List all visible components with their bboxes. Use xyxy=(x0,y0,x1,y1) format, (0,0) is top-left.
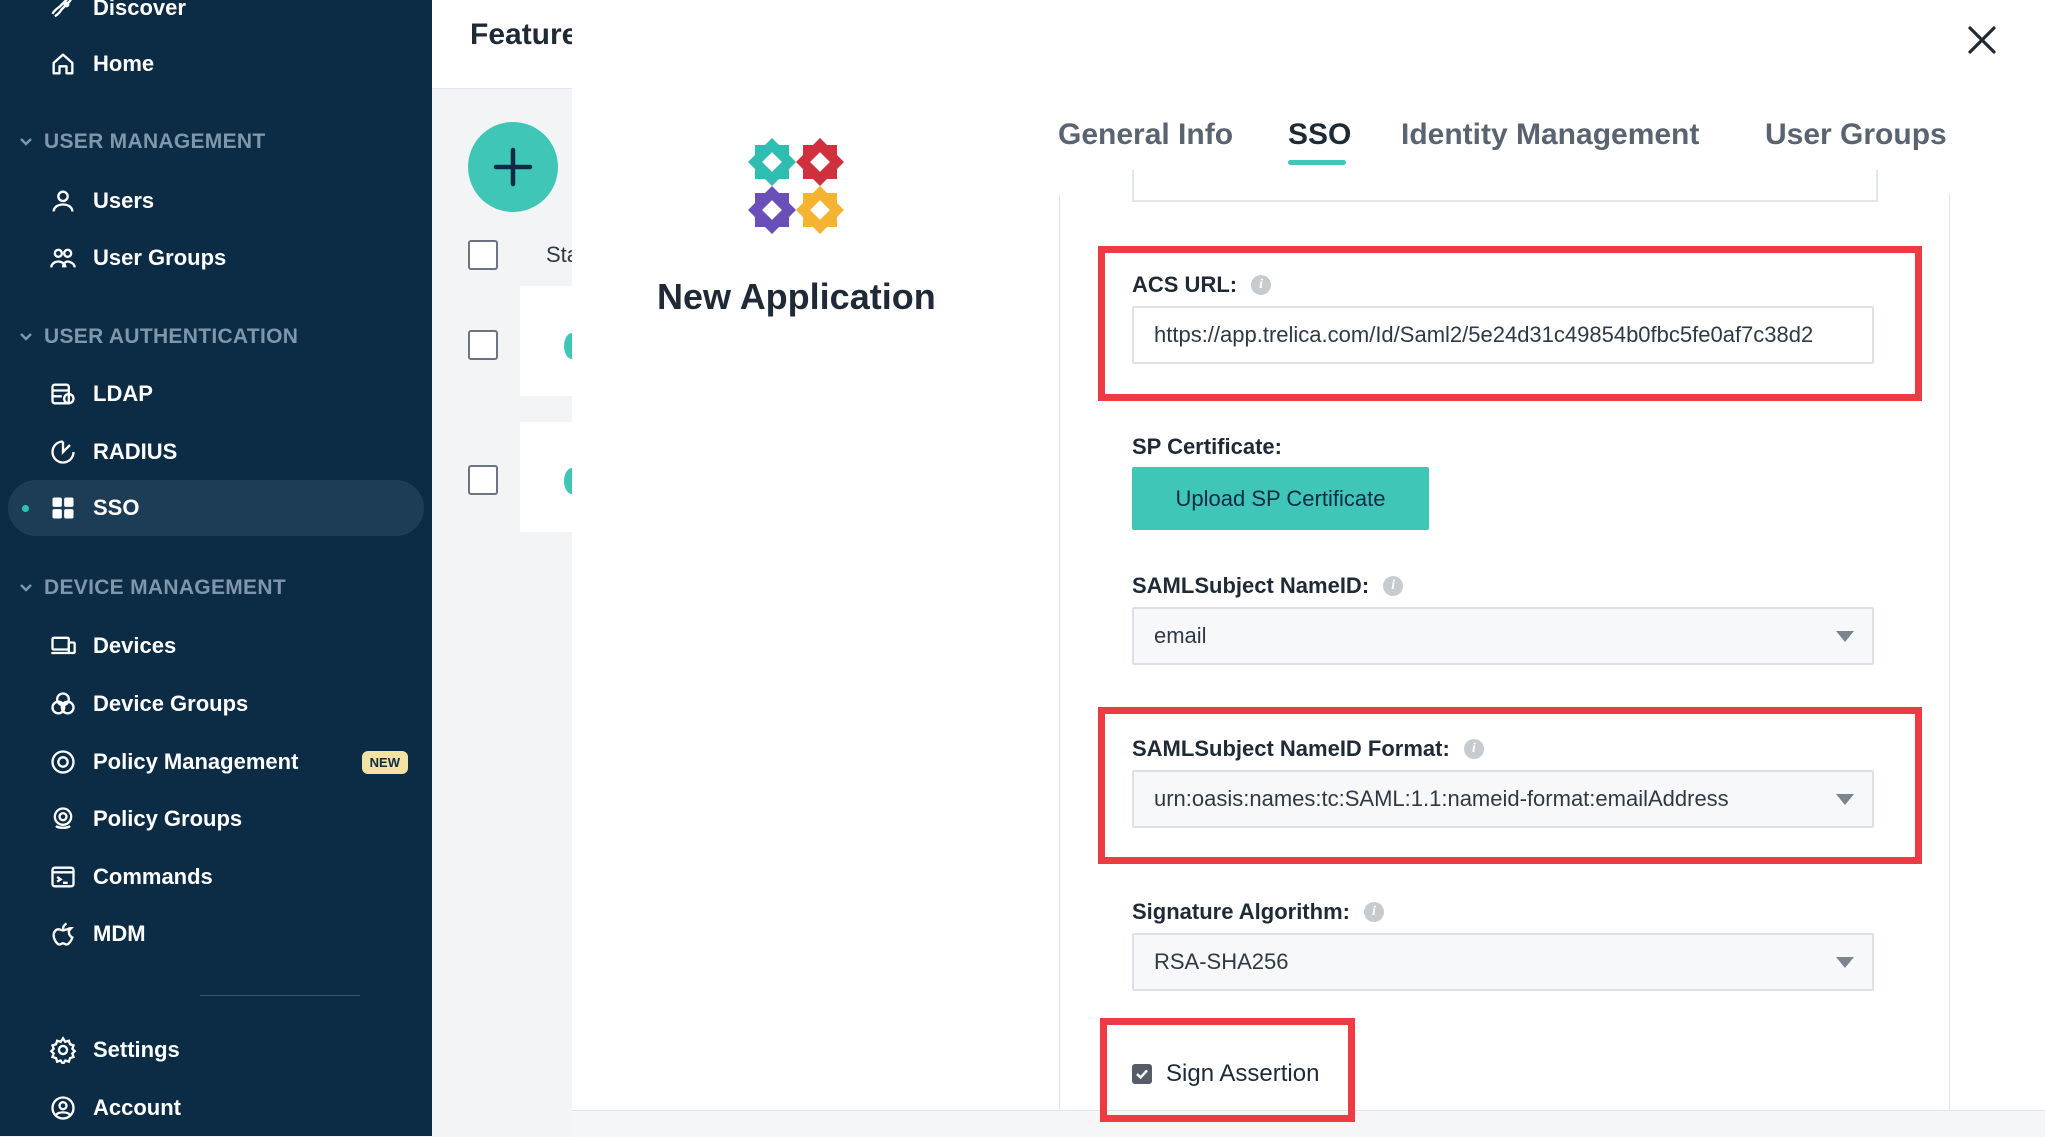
highlight-sign-assertion xyxy=(1100,1018,1355,1122)
gear-icon xyxy=(48,1035,78,1065)
apple-icon xyxy=(48,919,78,949)
active-indicator xyxy=(22,504,29,512)
new-badge: NEW xyxy=(361,750,408,774)
home-icon xyxy=(48,49,78,79)
sso-grid-icon xyxy=(48,493,78,523)
sidebar-item-policy-groups[interactable]: Policy Groups xyxy=(8,791,424,847)
plus-icon xyxy=(493,147,533,187)
sidebar-item-ldap[interactable]: LDAP xyxy=(8,366,424,422)
upload-sp-certificate-button[interactable]: Upload SP Certificate xyxy=(1132,467,1429,530)
saml-subject-nameid-label-text: SAMLSubject NameID: xyxy=(1132,573,1370,598)
sidebar-item-policy-management[interactable]: Policy Management NEW xyxy=(8,734,424,790)
sidebar-item-radius[interactable]: RADIUS xyxy=(8,424,424,480)
sidebar-item-settings[interactable]: Settings xyxy=(8,1022,424,1078)
rocket-icon xyxy=(48,0,78,23)
sidebar-item-label: MDM xyxy=(93,921,146,946)
sidebar-item-label: Policy Groups xyxy=(93,806,243,831)
active-tab-indicator xyxy=(1288,160,1346,165)
sidebar-item-label: Commands xyxy=(93,864,213,889)
section-user-management[interactable]: USER MANAGEMENT xyxy=(18,130,266,154)
sidebar-item-label: Users xyxy=(93,188,155,213)
sp-certificate-label: SP Certificate: xyxy=(1132,434,1282,460)
device-groups-icon xyxy=(48,689,78,719)
chevron-down-icon xyxy=(20,333,32,341)
sidebar-item-label: User Groups xyxy=(93,245,227,270)
sidebar-item-commands[interactable]: Commands xyxy=(8,849,424,905)
tab-sso[interactable]: SSO xyxy=(1288,118,1351,152)
row-checkbox[interactable] xyxy=(468,465,498,495)
sidebar-item-label: Home xyxy=(93,51,155,76)
signature-algorithm-label-text: Signature Algorithm: xyxy=(1132,899,1350,924)
user-groups-icon xyxy=(48,243,78,273)
saml-subject-nameid-label: SAMLSubject NameID: i xyxy=(1132,573,1404,599)
sidebar-item-label: Settings xyxy=(93,1037,180,1062)
radius-icon xyxy=(48,437,78,467)
sidebar-item-home[interactable]: Home xyxy=(8,36,424,92)
sp-certificate-label-text: SP Certificate: xyxy=(1132,434,1282,459)
sidebar-item-sso[interactable]: SSO xyxy=(8,480,424,536)
chevron-down-icon xyxy=(20,584,32,592)
sidebar-item-account[interactable]: Account xyxy=(8,1080,424,1136)
previous-field-edge xyxy=(1132,170,1878,202)
sidebar-item-label: RADIUS xyxy=(93,439,178,464)
saml-subject-nameid-value: email xyxy=(1154,623,1207,648)
tab-identity-management[interactable]: Identity Management xyxy=(1401,118,1699,152)
sidebar-item-label: Policy Management xyxy=(93,749,299,774)
page-title: Feature xyxy=(470,18,579,51)
sidebar-item-devices[interactable]: Devices xyxy=(8,618,424,674)
sidebar: Discover Home USER MANAGEMENT Users User… xyxy=(0,0,432,1136)
signature-algorithm-value: RSA-SHA256 xyxy=(1154,949,1289,974)
saml-subject-nameid-select[interactable]: email xyxy=(1132,607,1874,665)
application-title: New Application xyxy=(657,276,936,317)
sidebar-item-discover[interactable]: Discover xyxy=(8,0,424,36)
sidebar-item-label: SSO xyxy=(93,495,140,520)
info-icon[interactable]: i xyxy=(1363,902,1384,922)
signature-algorithm-select[interactable]: RSA-SHA256 xyxy=(1132,933,1874,991)
ldap-icon xyxy=(48,379,78,409)
sidebar-item-label: Devices xyxy=(93,633,177,658)
sidebar-item-users[interactable]: Users xyxy=(8,173,424,229)
terminal-icon xyxy=(48,862,78,892)
add-button[interactable] xyxy=(468,122,558,212)
sidebar-item-label: Account xyxy=(93,1095,181,1120)
info-icon[interactable]: i xyxy=(1383,576,1404,596)
sidebar-item-label: LDAP xyxy=(93,381,153,406)
section-device-management[interactable]: DEVICE MANAGEMENT xyxy=(18,576,286,600)
select-all-checkbox[interactable] xyxy=(468,240,498,270)
policy-groups-icon xyxy=(48,804,78,834)
dropdown-caret-icon xyxy=(1836,957,1854,968)
sidebar-item-user-groups[interactable]: User Groups xyxy=(8,230,424,286)
close-icon xyxy=(1968,26,1996,54)
account-icon xyxy=(48,1093,78,1123)
sidebar-item-mdm[interactable]: MDM xyxy=(8,906,424,962)
section-label: USER MANAGEMENT xyxy=(44,130,266,153)
close-button[interactable] xyxy=(1962,20,2002,60)
signature-algorithm-label: Signature Algorithm: i xyxy=(1132,899,1384,925)
chevron-down-icon xyxy=(20,138,32,146)
devices-icon xyxy=(48,631,78,661)
tab-user-groups[interactable]: User Groups xyxy=(1765,118,1947,152)
sidebar-item-device-groups[interactable]: Device Groups xyxy=(8,676,424,732)
sidebar-divider xyxy=(200,995,360,996)
app-logo-icon xyxy=(747,137,845,235)
section-user-authentication[interactable]: USER AUTHENTICATION xyxy=(18,325,298,349)
dropdown-caret-icon xyxy=(1836,631,1854,642)
section-label: USER AUTHENTICATION xyxy=(44,325,299,348)
sidebar-item-label: Device Groups xyxy=(93,691,249,716)
highlight-acs-url xyxy=(1098,246,1922,401)
tab-general-info[interactable]: General Info xyxy=(1058,118,1233,152)
row-checkbox[interactable] xyxy=(468,330,498,360)
highlight-nameid-format xyxy=(1098,707,1922,864)
policy-icon xyxy=(48,747,78,777)
user-icon xyxy=(48,186,78,216)
section-label: DEVICE MANAGEMENT xyxy=(44,576,286,599)
sidebar-item-label: Discover xyxy=(93,0,186,20)
